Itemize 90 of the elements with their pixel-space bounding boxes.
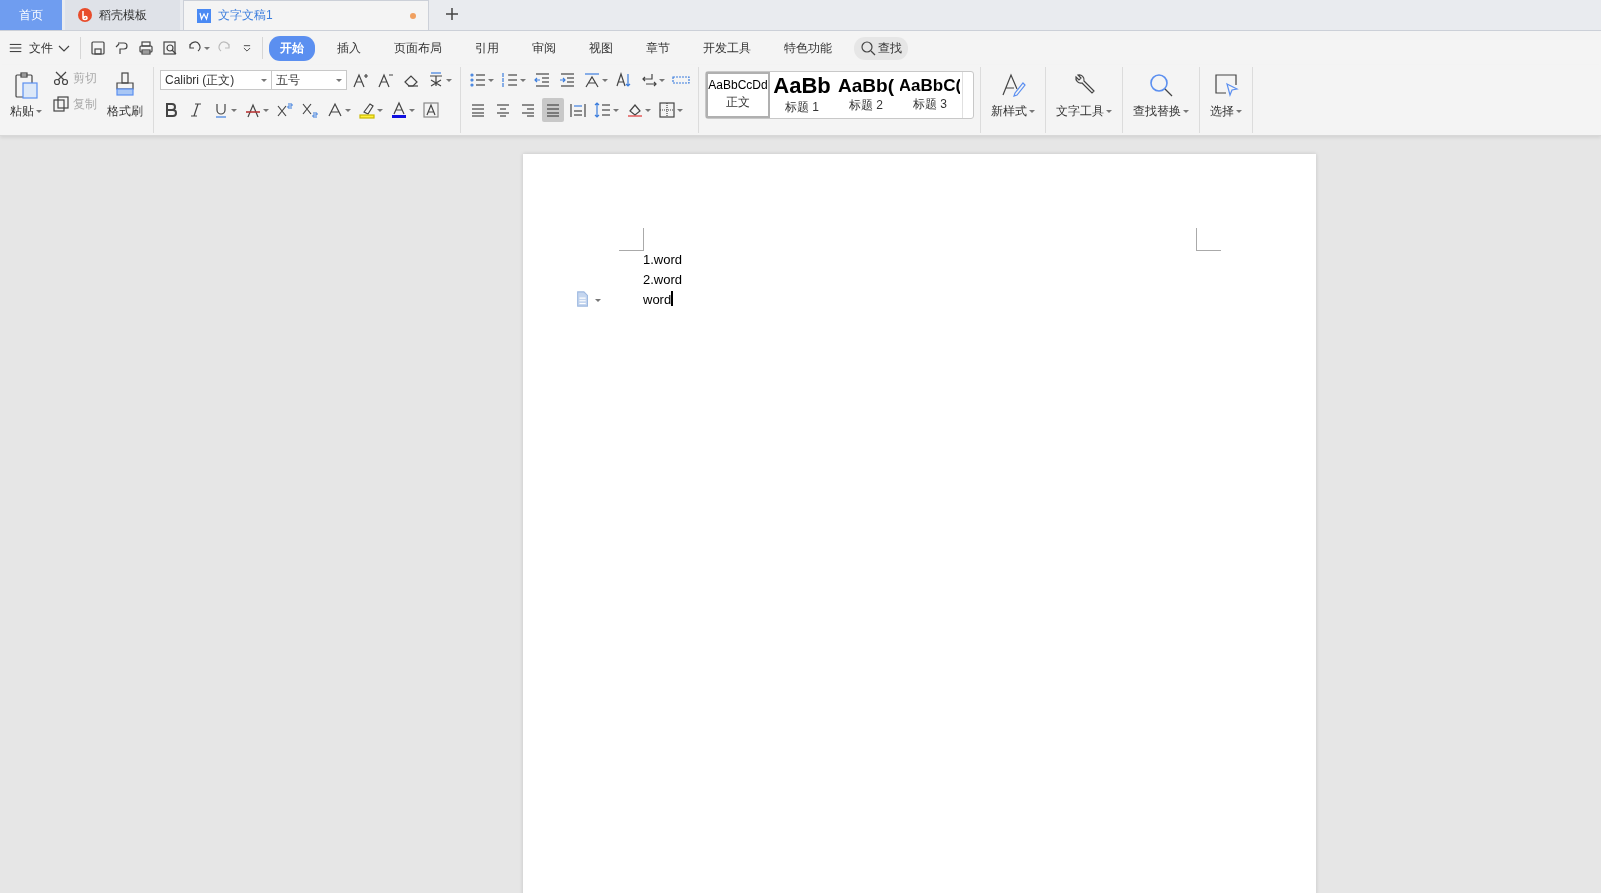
unsaved-dot: [410, 12, 416, 19]
chevron-down-icon: [58, 44, 70, 52]
document-line: 1.word: [643, 251, 683, 269]
caret-icon: [231, 108, 237, 112]
caret-icon: [261, 78, 267, 82]
pen-letter-icon: [999, 71, 1027, 99]
distributed-icon: [569, 101, 587, 119]
document-line: 2.word: [643, 271, 683, 289]
caret-icon: [377, 108, 383, 112]
search-icon: [860, 40, 876, 56]
paste-button[interactable]: 粘贴: [6, 67, 46, 127]
scissors-icon: [52, 69, 70, 87]
caret-icon: [409, 108, 415, 112]
align-center-icon: [494, 101, 512, 119]
document-icon: [196, 7, 212, 24]
copy-icon: [52, 95, 70, 113]
margin-corner-mark: [1196, 228, 1221, 251]
shrink-font-icon: [377, 71, 395, 89]
ribbon-tab[interactable]: 开发工具: [692, 35, 762, 61]
strikethrough-icon: [244, 101, 262, 119]
caret-icon: [488, 78, 494, 82]
sort-icon: [615, 71, 633, 89]
alignment-button[interactable]: [542, 98, 564, 122]
ribbon-tab[interactable]: 插入: [326, 35, 372, 61]
tool-button[interactable]: 新样式: [987, 67, 1039, 127]
caret-icon: [204, 46, 210, 50]
align-left-icon: [469, 101, 487, 119]
line-break-icon: [640, 71, 658, 89]
ribbon-tab[interactable]: 审阅: [521, 35, 567, 61]
justify-icon: [544, 101, 562, 119]
file-menu[interactable]: 文件: [4, 39, 74, 57]
caret-icon: [677, 108, 683, 112]
highlighter-icon: [358, 101, 376, 119]
caret-icon: [36, 110, 42, 113]
grow-font-icon: [352, 71, 370, 89]
superscript-icon: [276, 101, 294, 119]
preview-icon: [161, 39, 179, 57]
caret-icon: [520, 78, 526, 82]
style-preset[interactable]: AaBbCcDd 正文: [706, 72, 770, 118]
font-size-dropdown[interactable]: 五号: [271, 70, 347, 90]
caret-icon: [613, 108, 619, 112]
export-icon: [113, 39, 131, 57]
caret-icon: [659, 78, 665, 82]
caret-icon: [595, 299, 601, 302]
text-direction-icon: [583, 71, 601, 89]
caret-icon: [1236, 110, 1242, 113]
margin-corner-mark: [619, 228, 644, 251]
document-icon: [575, 290, 591, 308]
subscript-icon: [301, 101, 319, 119]
ribbon-tab[interactable]: 特色功能: [773, 35, 843, 61]
line-spacing-icon: [594, 101, 612, 119]
caret-icon: [1029, 110, 1035, 113]
caret-icon: [263, 108, 269, 112]
caret-icon: [336, 78, 342, 82]
ribbon-tab[interactable]: 引用: [464, 35, 510, 61]
save-icon: [89, 39, 107, 57]
caret-icon: [645, 108, 651, 112]
ribbon-tab[interactable]: 章节: [635, 35, 681, 61]
magnifier-icon: [1147, 71, 1175, 99]
document-line: word: [643, 290, 675, 309]
tool-button[interactable]: 查找替换: [1129, 67, 1193, 127]
tool-button[interactable]: 选择: [1206, 67, 1246, 127]
search-button[interactable]: 查找: [854, 36, 908, 60]
flame-icon: [77, 7, 93, 23]
caret-icon: [345, 108, 351, 112]
caret-icon: [602, 78, 608, 82]
borders-icon: [658, 101, 676, 119]
bullet-list-icon: [469, 71, 487, 89]
ribbon-tab[interactable]: 页面布局: [383, 35, 453, 61]
ribbon-tab[interactable]: 视图: [578, 35, 624, 61]
caret-icon: [1183, 110, 1189, 113]
caret-icon: [1106, 110, 1112, 113]
select-cursor-icon: [1212, 71, 1240, 99]
font-name-dropdown[interactable]: Calibri (正文): [160, 70, 272, 90]
print-icon: [137, 39, 155, 57]
align-right-icon: [519, 101, 537, 119]
font-color-icon: [390, 101, 408, 119]
character-border-icon: [422, 101, 440, 119]
outdent-icon: [533, 71, 551, 89]
tool-button[interactable]: 文字工具: [1052, 67, 1116, 127]
format-painter-button[interactable]: 格式刷: [103, 67, 147, 127]
caret-icon: [446, 78, 452, 82]
text-effect-icon: [326, 101, 344, 119]
numbered-list-icon: [501, 71, 519, 89]
clipboard-icon: [12, 71, 40, 99]
document-tab[interactable]: 稻壳模板: [65, 0, 180, 30]
pinyin-icon: [427, 71, 445, 89]
indent-icon: [558, 71, 576, 89]
document-tab[interactable]: 文字文稿1: [183, 0, 429, 30]
plus-icon: [444, 5, 460, 22]
